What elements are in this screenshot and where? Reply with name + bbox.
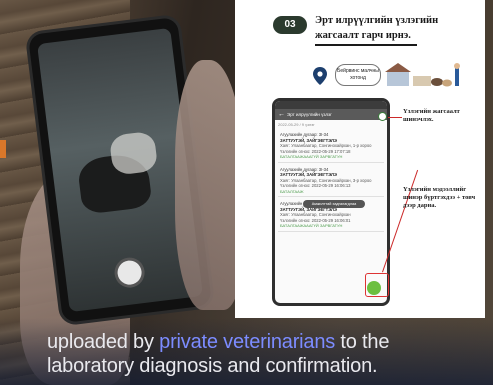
date-row: 2022-05-29 / 9 үзлэг [278,122,315,127]
orange-marker [0,140,6,158]
callout-line-top [388,117,402,118]
status-bar [275,101,387,109]
refresh-icon[interactable] [378,112,387,121]
speech-bubble: Бейрвинс малчны хотонд [335,64,381,86]
card-status: БАТАЛГААЖАААГҮЙ ЗАРВГАТУН [280,223,343,228]
step-number-badge: 03 [273,16,307,34]
shutter-button[interactable] [116,259,143,286]
caption-part2: to the [335,331,390,353]
card-status: БАТАЛГААЖАААГҮЙ ЗАРВГАТУН [280,154,343,159]
toast-message: Амжилттай хадгалагдлаа [303,200,365,208]
inspection-card[interactable]: Агуулахийн дугаар: 3I-34 ЗАТТУУГЭЙ, ЗАЙГ… [278,165,384,197]
instruction-slide: 03 Эрт илрүүлгийн үзлэгийн жагсаалт гарч… [235,0,485,318]
app-bar-title: Эрт илрүүлгийн үзлэг [287,112,332,117]
callout-add: Үзлэгийн мэдээллийг шинэр бүртгэхдээ + т… [403,186,476,209]
fab-highlight-box [365,273,389,297]
caption-highlight: private veterinarians [159,331,336,353]
caption-line2: laboratory diagnosis and confirmation. [47,355,378,377]
card-address: Хаяг: Улаанбаатар, Сонгинохайрхан, 1-р х… [280,143,372,148]
back-arrow-icon[interactable]: ← [278,110,285,119]
card-status: БАТАЛГААЖ [280,188,304,194]
inspection-card[interactable]: Агуулахийн дугаар: 3I-34 ЗАТТУУГЭЙ, ЗАЙГ… [278,130,384,163]
cow-silhouette-light [108,130,159,176]
caption-part1: uploaded by [47,331,160,353]
title-underline [315,44,417,46]
step-title: Эрт илрүүлгийн үзлэгийн жагсаалт гарч ир… [315,15,439,41]
video-caption: uploaded by private veterinarians to the… [47,330,487,378]
location-pin-icon [313,67,327,85]
farm-illustration-icon [385,63,460,87]
app-bar: ← Эрт илрүүлгийн үзлэг [275,109,387,120]
callout-refresh: Үзлэгийн жагсаалт шинэчлэх. [403,108,460,123]
